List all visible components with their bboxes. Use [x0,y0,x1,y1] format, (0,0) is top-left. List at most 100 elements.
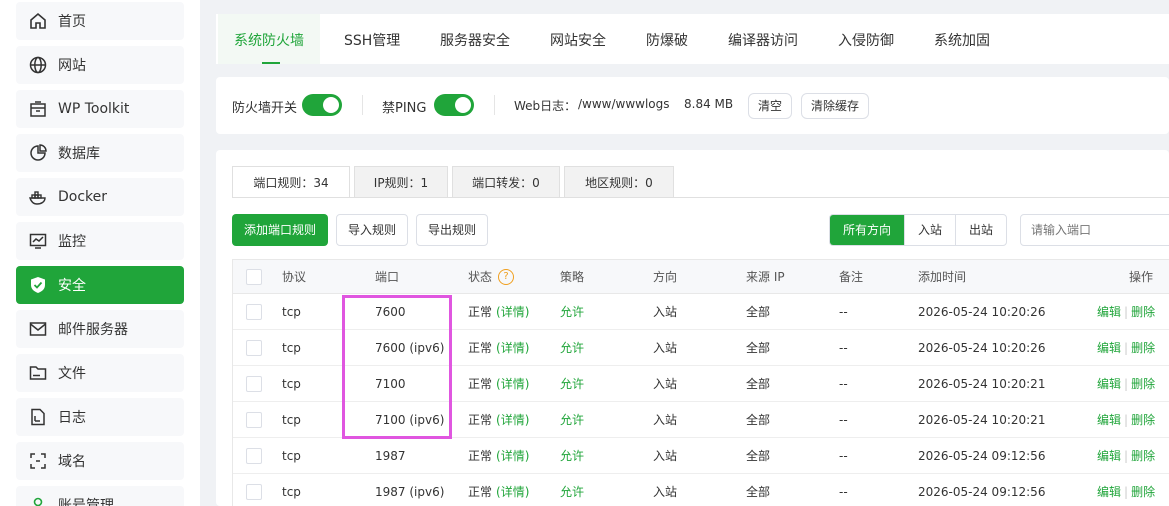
delete-link[interactable]: 删除 [1131,483,1155,500]
sidebar-item-docker[interactable]: Docker [16,178,184,216]
cell-source-ip: 全部 [746,485,771,499]
header-port[interactable]: 端口 [375,260,399,293]
delete-link[interactable]: 删除 [1131,447,1155,464]
sidebar-item-website[interactable]: 网站 [16,46,184,84]
cell-policy[interactable]: 允许 [560,402,584,437]
toolkit-icon [28,99,48,119]
ping-switch-label: 禁PING [382,101,427,116]
tab-intrusion-prevention[interactable]: 入侵防御 [838,14,894,64]
tab-website-security[interactable]: 网站安全 [550,14,606,64]
firewall-toggle[interactable] [302,94,342,116]
tab-ip-rules[interactable]: IP规则：1 [354,166,448,198]
cell-port: 1987 [375,448,406,463]
detail-link[interactable]: (详情) [496,375,529,392]
clear-button[interactable]: 清空 [748,93,793,119]
ping-toggle[interactable] [434,94,474,116]
add-port-rule-button[interactable]: 添加端口规则 [232,214,329,246]
sidebar-item-label: 首页 [58,14,86,30]
sidebar-item-security[interactable]: 安全 [16,266,184,304]
detail-link[interactable]: (详情) [496,411,529,428]
detail-link[interactable]: (详情) [496,447,529,464]
cell-source-ip: 全部 [746,449,771,463]
delete-link[interactable]: 删除 [1131,303,1155,320]
cell-policy[interactable]: 允许 [560,330,584,365]
edit-link[interactable]: 编辑 [1097,447,1121,464]
sidebar-item-label: Docker [58,189,108,205]
cell-protocol: tcp [282,304,301,319]
edit-link[interactable]: 编辑 [1097,303,1121,320]
edit-link[interactable]: 编辑 [1097,483,1121,500]
edit-link[interactable]: 编辑 [1097,339,1121,356]
tab-compiler-access[interactable]: 编译器访问 [728,14,798,64]
detail-link[interactable]: (详情) [496,339,529,356]
cell-policy[interactable]: 允许 [560,366,584,401]
filter-inbound[interactable]: 入站 [904,215,955,245]
clear-cache-button[interactable]: 清除缓存 [801,93,870,119]
table-row: tcp 1987 正常 (详情) 允许 入站 全部 -- 2026-05-24 0… [233,438,1169,474]
cell-added-time: 2026-05-24 10:20:21 [918,412,1046,427]
sidebar-item-database[interactable]: 数据库 [16,134,184,172]
tab-ssh[interactable]: SSH管理 [344,14,400,64]
cell-port: 1987 (ipv6) [375,484,445,499]
export-rules-button[interactable]: 导出规则 [416,214,489,246]
row-checkbox[interactable] [246,375,262,392]
sidebar-item-wp-toolkit[interactable]: WP Toolkit [16,90,184,128]
sidebar-item-home[interactable]: 首页 [16,2,184,40]
row-checkbox[interactable] [246,303,262,320]
row-checkbox[interactable] [246,447,262,464]
cell-policy[interactable]: 允许 [560,294,584,329]
cell-policy[interactable]: 允许 [560,474,584,506]
sidebar-item-label: 文件 [58,366,86,382]
header-policy: 策略 [560,270,585,284]
delete-link[interactable]: 删除 [1131,375,1155,392]
domain-icon [28,451,48,471]
header-direction: 方向 [653,270,678,284]
cell-protocol: tcp [282,412,301,427]
detail-link[interactable]: (详情) [496,483,529,500]
direction-filter: 所有方向 入站 出站 [829,214,1008,246]
user-icon [28,495,48,506]
cell-added-time: 2026-05-24 10:20:21 [918,376,1046,391]
select-all-checkbox[interactable] [246,268,262,285]
port-search-input[interactable] [1020,214,1169,246]
tab-system-hardening[interactable]: 系统加固 [934,14,990,64]
edit-link[interactable]: 编辑 [1097,411,1121,428]
cell-added-time: 2026-05-24 09:12:56 [918,448,1046,463]
tab-system-firewall[interactable]: 系统防火墙 [218,14,320,64]
tab-port-forwarding[interactable]: 端口转发：0 [452,166,560,198]
port-rules-table: 协议 端口 状态 ? 策略 方向 来源 IP 备注 添加时间 操作 tcp 76… [232,259,1169,506]
sidebar-item-monitor[interactable]: 监控 [16,222,184,260]
row-checkbox[interactable] [246,483,262,500]
header-protocol[interactable]: 协议 [282,260,306,293]
tab-region-rules[interactable]: 地区规则：0 [564,166,674,198]
row-checkbox[interactable] [246,411,262,428]
sidebar-item-files[interactable]: 文件 [16,354,184,392]
sidebar-item-mail-server[interactable]: 邮件服务器 [16,310,184,348]
tab-port-rules[interactable]: 端口规则：34 [232,166,350,198]
sidebar: 首页 网站 WP Toolkit 数据库 Docker 监控 安全 邮件服务器 … [0,0,200,506]
cell-status: 正常 [468,305,493,319]
delete-link[interactable]: 删除 [1131,411,1155,428]
help-icon[interactable]: ? [498,268,515,285]
filter-all-directions[interactable]: 所有方向 [830,215,905,245]
detail-link[interactable]: (详情) [496,303,529,320]
sidebar-item-label: 安全 [58,278,86,294]
header-source-ip: 来源 IP [746,270,785,284]
sidebar-item-domain[interactable]: 域名 [16,442,184,480]
sidebar-item-label: WP Toolkit [58,101,130,117]
tab-anti-bruteforce[interactable]: 防爆破 [646,14,688,64]
header-added-time[interactable]: 添加时间 [918,260,966,293]
filter-outbound[interactable]: 出站 [955,215,1006,245]
cell-source-ip: 全部 [746,413,771,427]
cell-status: 正常 [468,449,493,463]
delete-link[interactable]: 删除 [1131,339,1155,356]
import-rules-button[interactable]: 导入规则 [336,214,409,246]
row-checkbox[interactable] [246,339,262,356]
sidebar-item-logs[interactable]: 日志 [16,398,184,436]
cell-policy[interactable]: 允许 [560,438,584,473]
cell-protocol: tcp [282,340,301,355]
sidebar-item-accounts[interactable]: 账号管理 [16,486,184,506]
edit-link[interactable]: 编辑 [1097,375,1121,392]
tab-server-security[interactable]: 服务器安全 [440,14,510,64]
weblog-path[interactable]: /www/wwwlogs [578,97,670,111]
